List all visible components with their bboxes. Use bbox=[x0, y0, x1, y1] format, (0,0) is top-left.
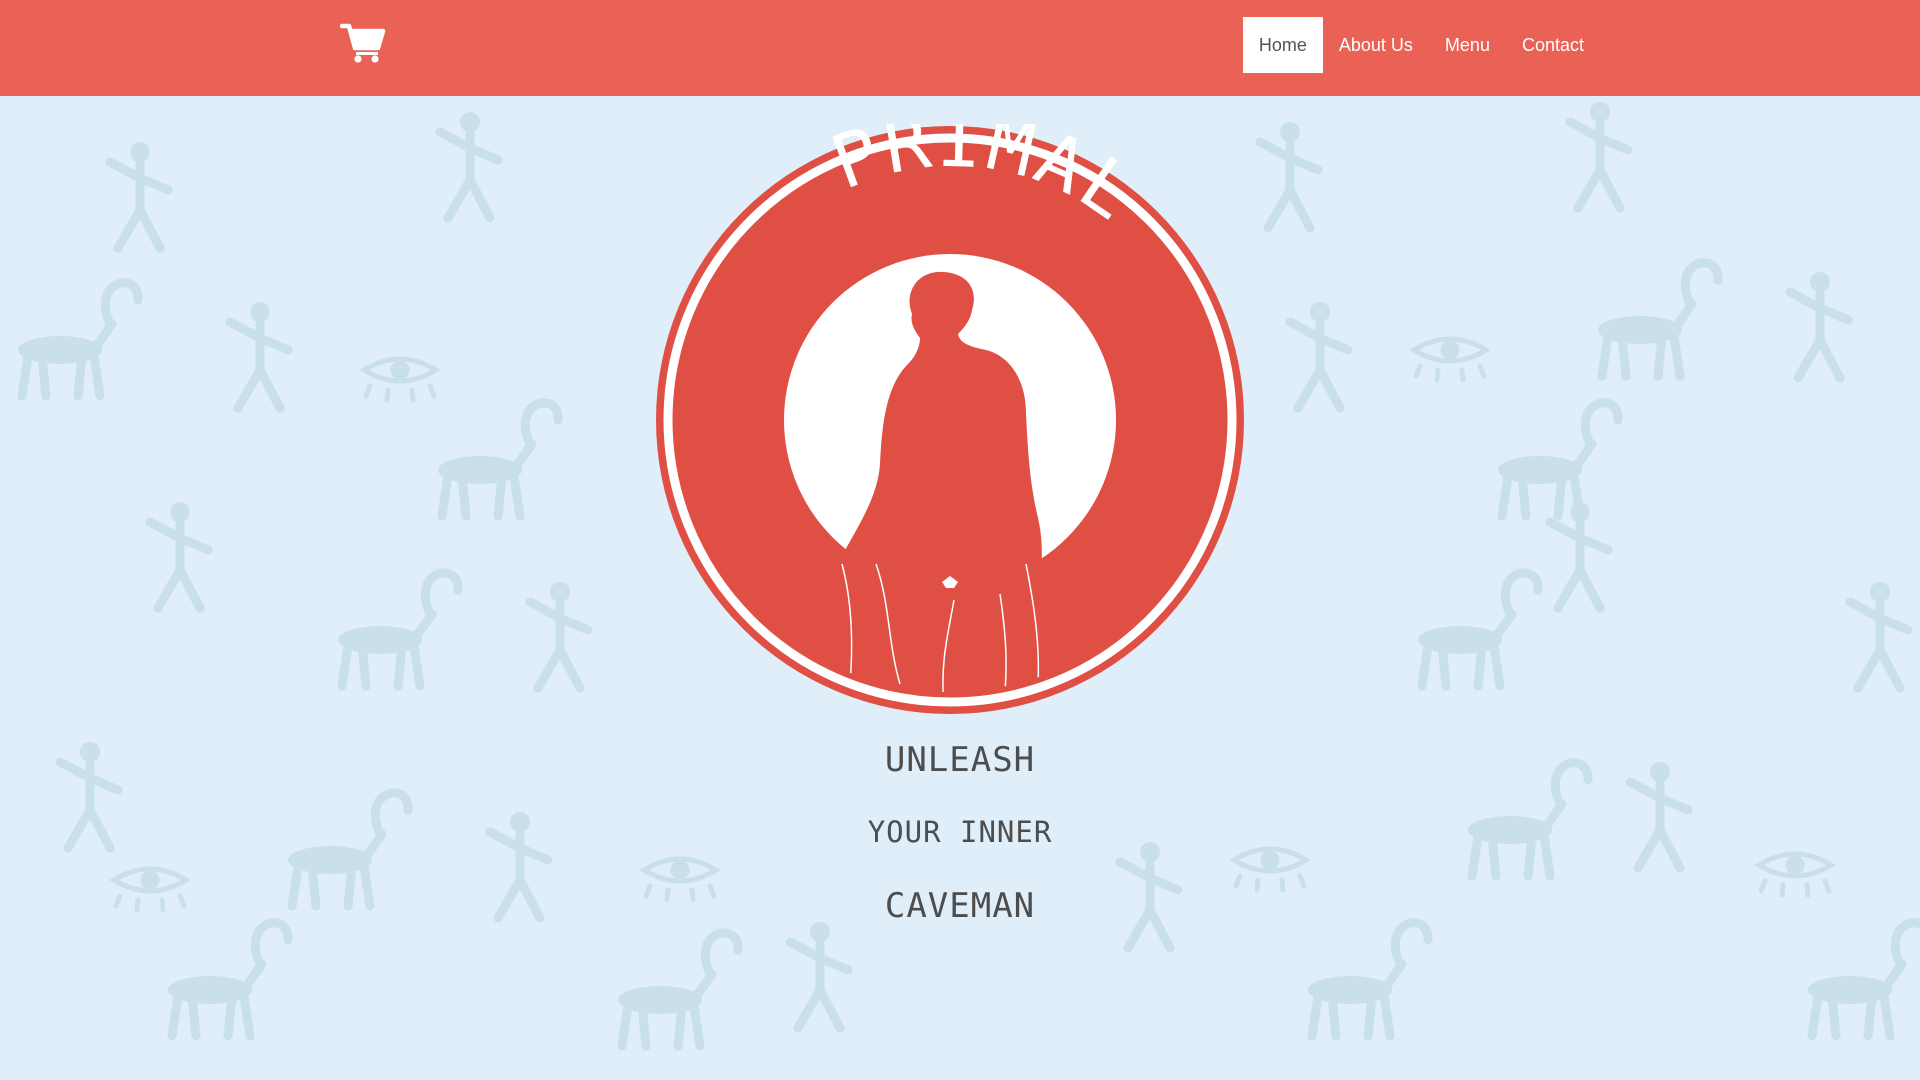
nav-menu[interactable]: Menu bbox=[1429, 17, 1506, 73]
main-nav: Home About Us Menu Contact bbox=[1242, 17, 1600, 73]
shopping-cart-icon[interactable] bbox=[339, 20, 386, 66]
tagline-line-2: YOUR INNER bbox=[867, 815, 1053, 849]
tagline-line-3: CAVEMAN bbox=[884, 886, 1036, 926]
primal-logo: PRIMAL bbox=[654, 98, 1246, 716]
nav-home[interactable]: Home bbox=[1242, 17, 1323, 73]
nav-about-us[interactable]: About Us bbox=[1323, 17, 1429, 73]
tagline-line-1: UNLEASH bbox=[884, 740, 1036, 780]
nav-contact[interactable]: Contact bbox=[1506, 17, 1600, 73]
top-navbar: Home About Us Menu Contact bbox=[0, 0, 1920, 96]
